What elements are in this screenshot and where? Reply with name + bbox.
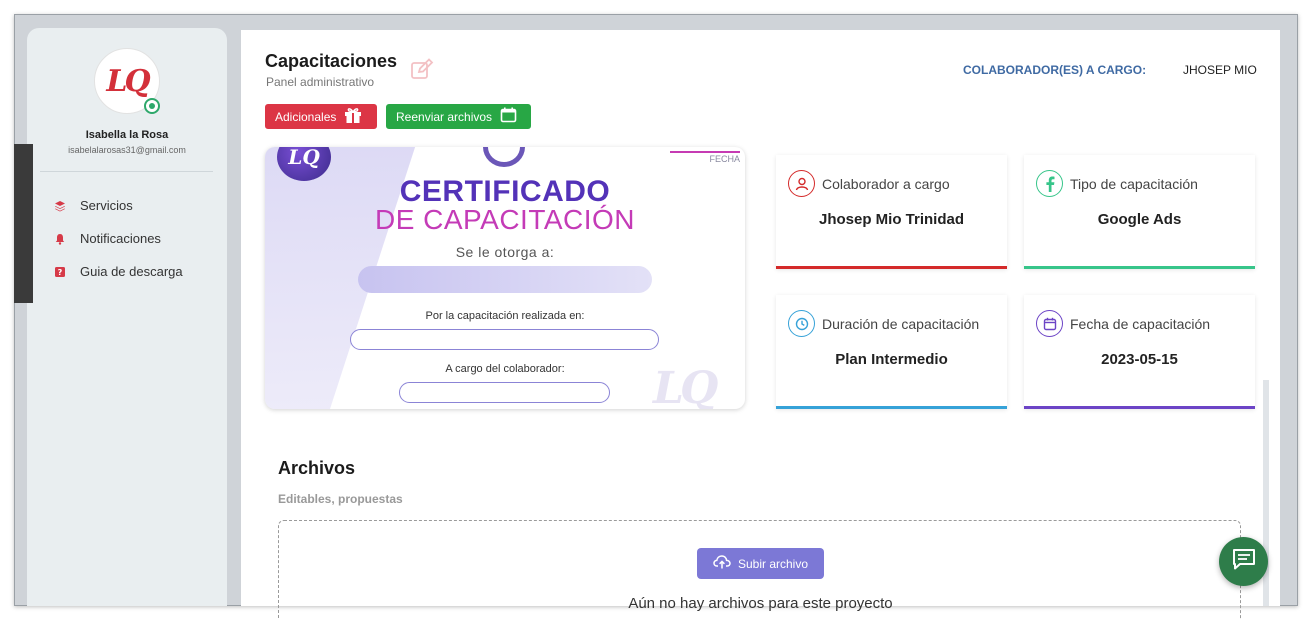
card-label: Tipo de capacitación	[1070, 175, 1198, 192]
card-training-type: Tipo de capacitación Google Ads	[1024, 155, 1255, 269]
certificate-granted-to: Se le otorga a:	[455, 244, 555, 260]
card-label: Duración de capacitación	[822, 315, 980, 332]
calendar-icon	[500, 107, 517, 126]
user-email: isabelalarosas31@gmail.com	[68, 145, 186, 155]
card-label: Fecha de capacitación	[1070, 315, 1211, 332]
card-value: Plan Intermedio	[835, 351, 948, 368]
calendar-icon	[1036, 310, 1063, 337]
certificate-name-field	[358, 266, 652, 293]
resend-files-button[interactable]: Reenviar archivos	[386, 104, 531, 129]
gift-icon	[344, 107, 362, 127]
files-subtitle: Editables, propuestas	[278, 492, 403, 506]
chat-icon	[1232, 548, 1256, 575]
chat-button[interactable]	[1219, 537, 1268, 586]
upload-file-button[interactable]: Subir archivo	[697, 548, 824, 579]
page-subtitle: Panel administrativo	[266, 75, 375, 89]
sidebar-item-label: Guia de descarga	[80, 264, 183, 279]
svg-text:?: ?	[58, 268, 63, 277]
sidebar: LQ Isabella la Rosa isabelalarosas31@gma…	[27, 28, 227, 606]
bell-icon	[53, 232, 67, 246]
online-status-icon	[144, 98, 160, 114]
empty-files-message: Aún no hay archivos para este proyecto	[628, 595, 893, 612]
certificate-training-field	[350, 329, 659, 350]
card-value: Jhosep Mio Trinidad	[818, 211, 964, 228]
brand-logo: LQ	[106, 63, 150, 99]
resend-files-label: Reenviar archivos	[396, 109, 493, 124]
additional-button-label: Adicionales	[275, 109, 337, 124]
collaborator-value: JHOSEP MIO	[1183, 63, 1257, 77]
sidebar-item-label: Servicios	[80, 198, 133, 213]
page-title: Capacitaciones	[265, 51, 398, 71]
card-collaborator: Colaborador a cargo Jhosep Mio Trinidad	[776, 155, 1007, 269]
facebook-icon	[1036, 170, 1063, 197]
sidebar-item-servicios[interactable]: Servicios	[53, 198, 133, 213]
card-accent-line	[1024, 266, 1255, 269]
card-value: Google Ads	[1097, 211, 1182, 228]
file-dropzone[interactable]: Subir archivo Aún no hay archivos para e…	[278, 520, 1241, 620]
timer-icon	[788, 310, 815, 337]
card-accent-line	[1024, 406, 1255, 409]
card-accent-line	[776, 406, 1007, 409]
certificate-date-label: FECHA	[670, 151, 740, 164]
layers-icon	[53, 199, 67, 213]
card-duration: Duración de capacitación Plan Intermedio	[776, 295, 1007, 409]
upload-file-label: Subir archivo	[737, 556, 809, 571]
certificate-training-label: Por la capacitación realizada en:	[425, 310, 585, 322]
certificate-preview: LQ FECHA CERTIFICADO DE CAPACITACIÓN Se …	[265, 147, 745, 409]
certificate-subtitle: DE CAPACITACIÓN	[374, 204, 636, 235]
card-label: Colaborador a cargo	[822, 175, 950, 192]
certificate-seal-icon	[483, 147, 525, 167]
files-title: Archivos	[278, 458, 356, 478]
cloud-upload-icon	[713, 555, 731, 572]
sidebar-divider	[40, 171, 213, 172]
additional-button[interactable]: Adicionales	[265, 104, 377, 129]
sidebar-item-notificaciones[interactable]: Notificaciones	[53, 231, 161, 246]
sidebar-item-guia-descarga[interactable]: ? Guia de descarga	[53, 264, 183, 279]
certificate-watermark: LQ	[653, 363, 718, 409]
card-value: 2023-05-15	[1101, 351, 1178, 368]
card-accent-line	[776, 266, 1007, 269]
edit-icon[interactable]	[410, 58, 434, 85]
help-icon: ?	[53, 265, 67, 279]
user-icon	[788, 170, 815, 197]
collaborator-label: COLABORADOR(ES) A CARGO:	[963, 63, 1147, 77]
sidebar-item-label: Notificaciones	[80, 231, 161, 246]
card-training-date: Fecha de capacitación 2023-05-15	[1024, 295, 1255, 409]
side-handle[interactable]	[14, 144, 33, 303]
user-name: Isabella la Rosa	[85, 129, 169, 141]
main-panel: Capacitaciones Panel administrativo COLA…	[241, 30, 1280, 620]
certificate-collaborator-field	[399, 382, 610, 403]
